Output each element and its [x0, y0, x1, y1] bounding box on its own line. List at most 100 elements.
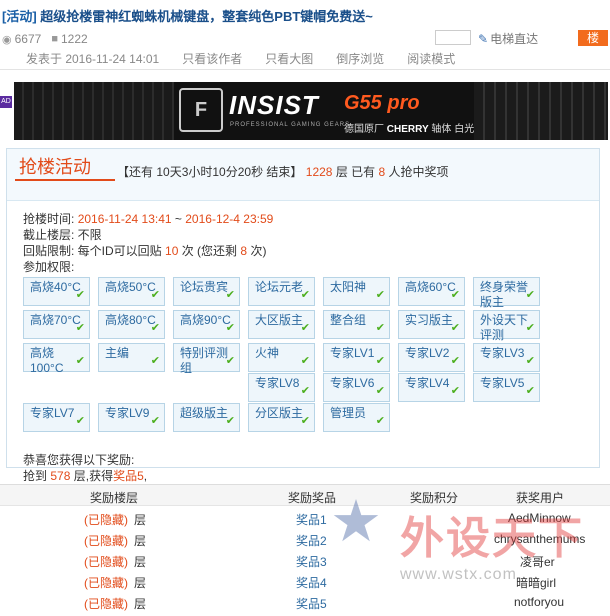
perm-item[interactable]: 超级版主 ✔	[173, 403, 240, 432]
countdown: 10天3小时10分20秒	[156, 165, 264, 179]
read-mode-link[interactable]: 阅读模式	[407, 50, 455, 67]
only-author-link[interactable]: 只看该作者	[182, 50, 242, 67]
eye-icon: ◉	[2, 33, 12, 46]
perm-item[interactable]: 主编 ✔	[98, 343, 165, 372]
perm-label-text: 专家LV5	[480, 376, 525, 390]
winner-user[interactable]: 凌哥er	[520, 553, 555, 570]
check-icon: ✔	[525, 355, 535, 367]
thread-tag[interactable]: [活动]	[2, 9, 37, 24]
perm-item[interactable]: 专家LV1 ✔	[323, 343, 390, 372]
perm-item[interactable]: 专家LV7 ✔	[23, 403, 90, 432]
floor-jump-input[interactable]	[435, 30, 471, 45]
table-row: (已隐藏) 层 奖品5 notforyou	[0, 592, 610, 613]
reward-mid: 层,获得	[73, 469, 114, 483]
awards-table-header: 奖励楼层 奖励奖品 奖励积分 获奖用户	[0, 484, 610, 506]
winner-count: 8	[378, 165, 386, 179]
ad-marker-icon: AD	[0, 96, 12, 108]
only-big-image-link[interactable]: 只看大图	[265, 50, 313, 67]
perm-label-text: 火神	[255, 346, 280, 360]
perm-item[interactable]: 分区版主 ✔	[248, 403, 315, 432]
perm-item[interactable]: 实习版主 ✔	[398, 310, 465, 339]
perm-item[interactable]: 专家LV5 ✔	[473, 373, 540, 402]
perm-item[interactable]: 外设天下评测 ✔	[473, 310, 540, 342]
time-end: 2016-12-4 23:59	[185, 212, 274, 226]
reverse-order-link[interactable]: 倒序浏览	[336, 50, 384, 67]
floor-unit: 层 已有	[335, 165, 376, 179]
perm-label-text: 高烧90°C	[180, 313, 231, 327]
floor-jump-button[interactable]: ✎ 电梯直达	[478, 30, 538, 47]
perm-item[interactable]: 高烧40°C ✔	[23, 277, 90, 306]
perm-item[interactable]: 火神 ✔	[248, 343, 315, 372]
lottery-summary: 【还有 10天3小时10分20秒 结束】 1228 层 已有 8 人抢中奖项	[117, 163, 449, 180]
prize-link[interactable]: 奖品4	[296, 574, 327, 591]
perm-item[interactable]: 高烧80°C ✔	[98, 310, 165, 339]
perm-label: 参加权限:	[23, 260, 75, 274]
hidden-floor: (已隐藏)	[84, 513, 128, 527]
perm-label-text: 专家LV2	[405, 346, 450, 360]
banner-brand: INSIST	[229, 90, 319, 120]
perm-item[interactable]: 论坛元老 ✔	[248, 277, 315, 306]
perm-item[interactable]: 太阳神 ✔	[323, 277, 390, 306]
time-label: 抢楼时间:	[23, 212, 75, 226]
perm-item[interactable]: 论坛贵宾 ✔	[173, 277, 240, 306]
perm-item[interactable]: 专家LV2 ✔	[398, 343, 465, 372]
table-row: (已隐藏) 层 奖品2 chrysanthemums	[0, 529, 610, 550]
check-icon: ✔	[375, 289, 385, 301]
perm-item[interactable]: 高烧90°C ✔	[173, 310, 240, 339]
perm-item[interactable]: 终身荣誉版主 ✔	[473, 277, 540, 309]
perm-label-text: 论坛元老	[255, 280, 304, 294]
perm-item[interactable]: 专家LV4 ✔	[398, 373, 465, 402]
ad-banner[interactable]: F INSIST PROFESSIONAL GAMING GEARS G55 p…	[14, 82, 608, 140]
reply-limit: 回贴限制: 每个ID可以回贴 10 次 (您还剩 8 次)	[23, 243, 593, 259]
perm-label-text: 分区版主	[255, 406, 304, 420]
perm-item[interactable]: 专家LV8 ✔	[248, 373, 315, 402]
thread-title-row: [活动] 超级抢楼雷神红蜘蛛机械键盘，整套纯色PBT键帽免费送~	[2, 6, 373, 25]
time-sep: ~	[174, 212, 182, 226]
perm-label-text: 高烧50°C	[105, 280, 156, 294]
winner-user[interactable]: 暗暗girl	[516, 574, 556, 591]
floor-unit: 层	[134, 555, 147, 569]
reward-floor: 578	[50, 469, 71, 483]
winner-unit: 人抢中奖项	[388, 165, 449, 179]
col-user: 获奖用户	[516, 491, 565, 505]
prize-link[interactable]: 奖品1	[296, 511, 327, 528]
perm-item[interactable]: 高烧100°C ✔	[23, 343, 90, 375]
perm-label-text: 高烧40°C	[30, 280, 81, 294]
floor-badge[interactable]: 楼	[578, 30, 608, 46]
check-icon: ✔	[300, 355, 310, 367]
check-icon: ✔	[75, 289, 85, 301]
perm-item[interactable]: 专家LV6 ✔	[323, 373, 390, 402]
reward-prize[interactable]: 奖品5	[113, 469, 144, 483]
table-row: (已隐藏) 层 奖品3 凌哥er	[0, 550, 610, 571]
table-row: (已隐藏) 层 奖品4 暗暗girl	[0, 571, 610, 592]
perm-label-text: 实习版主	[405, 313, 454, 327]
perm-item[interactable]: 专家LV9 ✔	[98, 403, 165, 432]
perm-item[interactable]: 高烧50°C ✔	[98, 277, 165, 306]
winner-user[interactable]: AedMinnow	[508, 511, 571, 525]
col-points: 奖励积分	[410, 491, 459, 505]
prize-link[interactable]: 奖品5	[296, 595, 327, 612]
info-prefix: 【还有	[117, 165, 154, 179]
perm-item[interactable]: 高烧70°C ✔	[23, 310, 90, 339]
perm-item[interactable]: 整合组 ✔	[323, 310, 390, 339]
prize-link[interactable]: 奖品3	[296, 553, 327, 570]
perm-item[interactable]: 高烧60°C ✔	[398, 277, 465, 306]
check-icon: ✔	[225, 355, 235, 367]
check-icon: ✔	[375, 385, 385, 397]
winner-user[interactable]: chrysanthemums	[494, 532, 585, 546]
winner-user[interactable]: notforyou	[514, 595, 564, 609]
perm-item[interactable]: 特别评测组 ✔	[173, 343, 240, 375]
lottery-header: 抢楼活动 【还有 10天3小时10分20秒 结束】 1228 层 已有 8 人抢…	[7, 149, 599, 201]
perm-item[interactable]: 大区版主 ✔	[248, 310, 315, 339]
table-row: (已隐藏) 层 奖品1 AedMinnow	[0, 508, 610, 529]
perm-label-text: 专家LV1	[330, 346, 375, 360]
check-icon: ✔	[300, 415, 310, 427]
prize-link[interactable]: 奖品2	[296, 532, 327, 549]
thread-title[interactable]: 超级抢楼雷神红蜘蛛机械键盘，整套纯色PBT键帽免费送~	[40, 9, 373, 24]
lottery-body: 抢楼时间: 2016-11-24 13:41 ~ 2016-12-4 23:59…	[23, 211, 593, 484]
perm-item[interactable]: 专家LV3 ✔	[473, 343, 540, 372]
lottery-title: 抢楼活动	[19, 157, 91, 177]
perm-item[interactable]: 管理员 ✔	[323, 403, 390, 432]
reply-limit-post: 次)	[250, 244, 267, 258]
thread-stats: ◉ 6677 ■ 1222	[2, 30, 98, 48]
